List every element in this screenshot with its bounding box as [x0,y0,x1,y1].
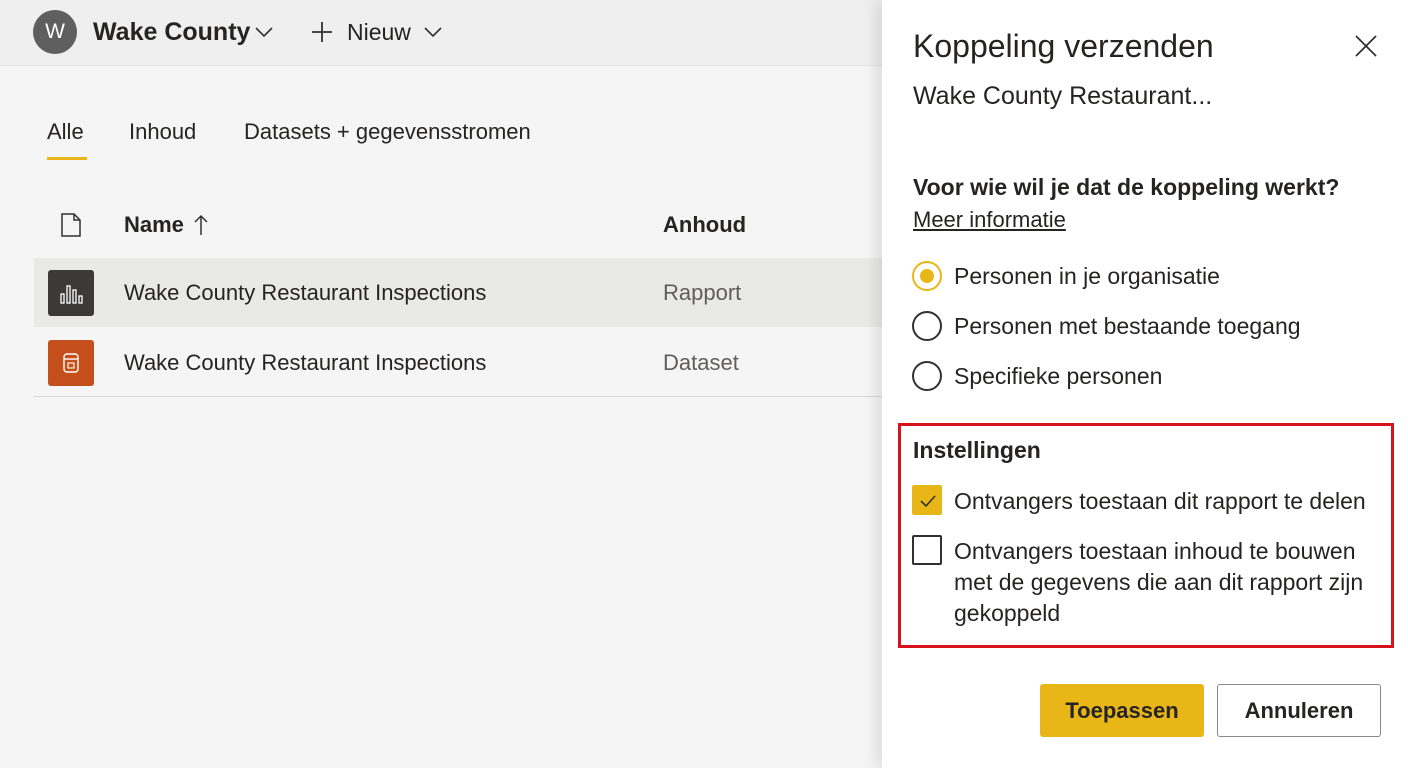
radio-button[interactable] [912,361,942,391]
item-name[interactable]: Wake County Restaurant Inspections [124,280,486,306]
report-chart-icon [48,270,94,316]
radio-button[interactable] [912,311,942,341]
apply-button[interactable]: Toepassen [1040,684,1204,737]
checkbox-allow-build[interactable]: Ontvangers toestaan inhoud te bouwen met… [912,535,1382,631]
item-type: Dataset [663,350,739,375]
panel-title: Koppeling verzenden [913,28,1214,64]
column-header-type[interactable]: Anhoud [663,212,746,238]
active-tab-indicator [47,157,87,160]
settings-heading: Instellingen [913,437,1041,463]
radio-option-existing-access[interactable]: Personen met bestaande toegang [912,311,1372,343]
radio-label: Personen in je organisatie [954,263,1220,289]
checkbox[interactable] [912,535,942,565]
workspace-avatar[interactable]: W [33,10,77,54]
workspace-area: W Wake County Nieuw Alle Inhoud Datasets… [0,0,882,768]
radio-label: Personen met bestaande toegang [954,313,1301,339]
more-info-link[interactable]: Meer informatie [913,207,1066,233]
checkbox-label-line: Ontvangers toestaan inhoud te bouwen [954,538,1356,564]
column-header-name[interactable]: Name [124,212,184,238]
chevron-down-icon[interactable] [254,24,274,40]
radio-option-organization[interactable]: Personen in je organisatie [912,261,1372,293]
file-type-icon [61,213,81,237]
radio-label: Specifieke personen [954,363,1163,389]
checkbox-label: Ontvangers toestaan dit rapport te delen [954,488,1366,514]
arrow-up-icon[interactable] [192,213,210,237]
top-bar: W Wake County Nieuw [0,0,882,66]
cancel-button[interactable]: Annuleren [1217,684,1381,737]
panel-subtitle: Wake County Restaurant... [913,82,1213,110]
plus-icon[interactable] [310,20,334,44]
checkbox-allow-share[interactable]: Ontvangers toestaan dit rapport te delen [912,485,1382,517]
checkbox-label: Ontvangers toestaan inhoud te bouwen met… [954,536,1363,629]
item-name[interactable]: Wake County Restaurant Inspections [124,350,486,376]
radio-button[interactable] [912,261,942,291]
workspace-name[interactable]: Wake County [93,18,250,47]
checkbox-label-line: met de gegevens die aan dit rapport zijn [954,569,1364,595]
new-button[interactable]: Nieuw [347,19,411,46]
radio-option-specific-people[interactable]: Specifieke personen [912,361,1372,393]
audience-question: Voor wie wil je dat de koppeling werkt? [913,174,1340,200]
tab-content[interactable]: Inhoud [129,119,196,145]
chevron-down-icon[interactable] [423,24,443,40]
checkbox-label-line: gekoppeld [954,600,1061,626]
item-type: Rapport [663,280,742,305]
table-row[interactable]: Wake County Restaurant Inspections Datas… [34,328,882,397]
close-icon[interactable] [1353,33,1379,59]
dataset-icon [48,340,94,386]
send-link-panel: Koppeling verzenden Wake County Restaura… [882,0,1408,768]
checkmark-icon [920,495,936,508]
tab-datasets-dataflows[interactable]: Datasets + gegevensstromen [244,119,531,145]
tab-all[interactable]: Alle [47,119,84,145]
table-row[interactable]: Wake County Restaurant Inspections Rappo… [34,258,882,327]
checkbox[interactable] [912,485,942,515]
